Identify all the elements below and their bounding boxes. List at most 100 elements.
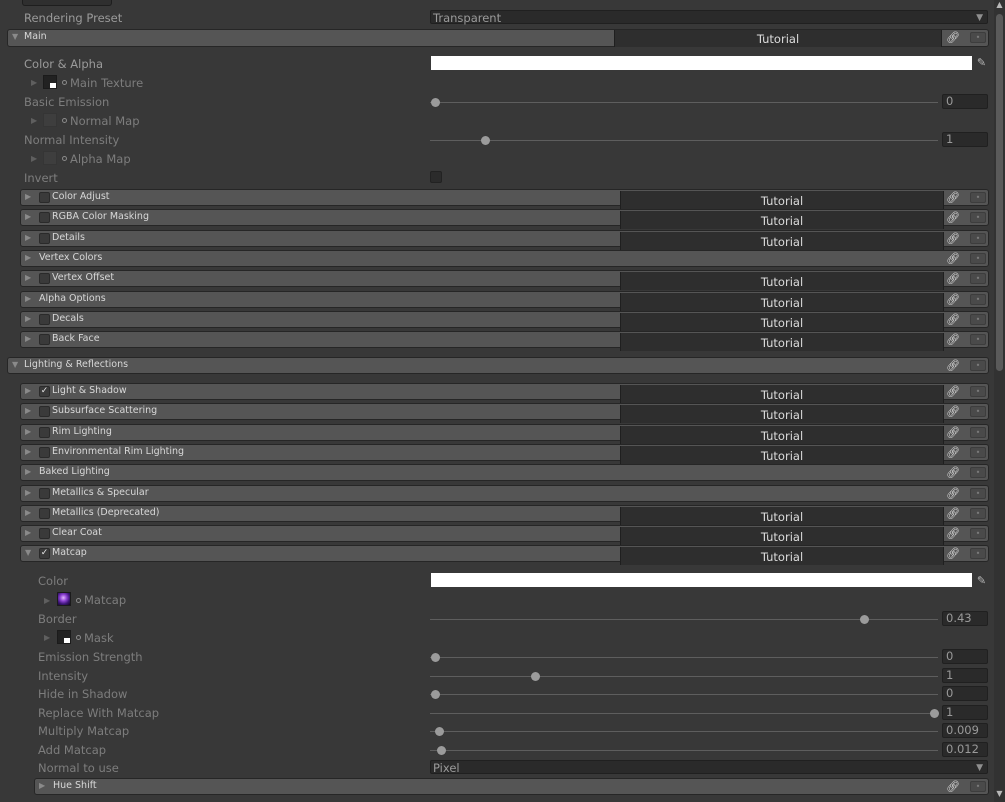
basic-emission-field[interactable]: 0 <box>942 94 988 109</box>
tutorial-button[interactable]: Tutorial <box>620 312 944 331</box>
link-icon[interactable]: 🔗︎ <box>944 293 962 306</box>
slider-knob[interactable] <box>431 690 440 699</box>
link-icon[interactable]: 🔗︎ <box>944 487 962 500</box>
section-header-vertex-colors[interactable]: ▶ Vertex Colors 🔗︎ • <box>20 249 989 267</box>
reset-icon[interactable]: • <box>970 334 986 346</box>
tutorial-button[interactable]: Tutorial <box>620 547 944 566</box>
section-enable-checkbox[interactable] <box>39 273 50 285</box>
section-header-details[interactable]: ▶ Details Tutorial 🔗︎ • <box>20 229 989 250</box>
slider-track[interactable] <box>430 694 938 695</box>
section-enable-checkbox[interactable]: ✓ <box>39 548 50 560</box>
reset-icon[interactable]: • <box>970 781 986 792</box>
section-header-matcap[interactable]: ▼ ✓ Matcap Tutorial 🔗︎ • <box>20 545 989 566</box>
reset-icon[interactable]: • <box>970 467 986 479</box>
tutorial-button[interactable]: Tutorial <box>620 405 944 424</box>
reset-icon[interactable]: • <box>970 548 986 560</box>
link-icon[interactable]: 🔗︎ <box>944 405 962 418</box>
toolbar-tab[interactable] <box>22 0 112 6</box>
lighting-section-header[interactable]: ▼ Lighting & Reflections 🔗︎ • <box>7 357 989 374</box>
section-enable-checkbox[interactable] <box>39 487 50 499</box>
main-section-header[interactable]: ▼ Main Tutorial 🔗︎ • <box>7 29 989 47</box>
matcap-color-swatch[interactable] <box>431 573 972 587</box>
link-icon[interactable]: 🔗︎ <box>944 547 962 560</box>
reset-icon[interactable]: • <box>970 32 986 43</box>
scrollbar-thumb[interactable] <box>996 14 1003 371</box>
section-header-light-shadow[interactable]: ▶ ✓ Light & Shadow Tutorial 🔗︎ • <box>20 383 989 403</box>
matcap-texture-slot[interactable] <box>57 592 71 606</box>
slider-track[interactable] <box>430 750 938 751</box>
normal-intensity-field[interactable]: 1 <box>942 132 988 147</box>
normal-intensity-slider-knob[interactable] <box>480 136 490 145</box>
foldout-arrow-icon[interactable]: ▶ <box>44 596 50 605</box>
basic-emission-slider-knob[interactable] <box>431 98 440 107</box>
main-tutorial-button[interactable]: Tutorial <box>614 30 942 47</box>
section-header-color-adjust[interactable]: ▶ Color Adjust Tutorial 🔗︎ • <box>20 189 989 209</box>
eyedropper-icon[interactable]: ✎ <box>975 56 988 69</box>
normal-to-use-dropdown[interactable]: Pixel ▼ <box>430 760 988 775</box>
section-header-environmental-rim-lighting[interactable]: ▶ Environmental Rim Lighting Tutorial 🔗︎ • <box>20 443 989 464</box>
foldout-arrow-icon[interactable]: ▶ <box>31 154 37 163</box>
foldout-arrow-icon[interactable]: ▶ <box>31 116 37 125</box>
tutorial-button[interactable]: Tutorial <box>620 527 944 546</box>
reset-icon[interactable]: • <box>970 232 986 244</box>
reset-icon[interactable]: • <box>970 528 986 540</box>
texture-picker-icon[interactable] <box>62 156 67 161</box>
tutorial-button[interactable]: Tutorial <box>620 445 944 464</box>
tutorial-button[interactable]: Tutorial <box>620 231 944 250</box>
foldout-arrow-icon[interactable]: ▶ <box>31 78 37 87</box>
slider-track[interactable] <box>430 676 938 677</box>
vertical-scrollbar[interactable]: ▲ ▼ <box>994 0 1005 802</box>
slider-track[interactable] <box>430 713 938 714</box>
hue-shift-section-header[interactable]: ▶ Hue Shift 🔗︎ • <box>34 778 989 795</box>
section-enable-checkbox[interactable] <box>39 334 50 346</box>
texture-picker-icon[interactable] <box>62 80 67 85</box>
slider-value-field[interactable]: 0 <box>942 686 988 701</box>
slider-knob[interactable] <box>431 653 440 662</box>
scroll-up-icon[interactable]: ▲ <box>996 0 1003 9</box>
link-icon[interactable]: 🔗︎ <box>944 333 962 346</box>
link-icon[interactable]: 🔗︎ <box>944 780 962 793</box>
section-enable-checkbox[interactable]: ✓ <box>39 386 50 397</box>
section-enable-checkbox[interactable] <box>39 446 50 458</box>
normal-map-slot[interactable] <box>43 113 57 127</box>
section-enable-checkbox[interactable] <box>39 507 50 519</box>
slider-knob[interactable] <box>530 672 540 681</box>
reset-icon[interactable]: • <box>970 406 986 418</box>
reset-icon[interactable]: • <box>970 273 986 285</box>
alpha-map-slot[interactable] <box>43 151 57 165</box>
link-icon[interactable]: 🔗︎ <box>944 31 962 44</box>
slider-knob[interactable] <box>435 727 445 736</box>
link-icon[interactable]: 🔗︎ <box>944 385 962 398</box>
link-icon[interactable]: 🔗︎ <box>944 272 962 285</box>
basic-emission-slider[interactable] <box>430 102 938 103</box>
texture-picker-icon[interactable] <box>76 635 81 640</box>
section-header-rgba-color-masking[interactable]: ▶ RGBA Color Masking Tutorial 🔗︎ • <box>20 209 989 230</box>
slider-value-field[interactable]: 0.012 <box>942 742 988 757</box>
section-header-subsurface-scattering[interactable]: ▶ Subsurface Scattering Tutorial 🔗︎ • <box>20 403 989 424</box>
link-icon[interactable]: 🔗︎ <box>944 446 962 459</box>
tutorial-button[interactable]: Tutorial <box>620 385 944 403</box>
section-header-decals[interactable]: ▶ Decals Tutorial 🔗︎ • <box>20 310 989 331</box>
section-header-baked-lighting[interactable]: ▶ Baked Lighting 🔗︎ • <box>20 464 989 482</box>
section-enable-checkbox[interactable] <box>39 232 50 244</box>
slider-knob[interactable] <box>860 615 870 624</box>
section-enable-checkbox[interactable] <box>39 313 50 325</box>
eyedropper-icon[interactable]: ✎ <box>975 574 988 587</box>
invert-checkbox[interactable] <box>430 171 442 183</box>
color-alpha-swatch[interactable] <box>431 56 972 70</box>
link-icon[interactable]: 🔗︎ <box>944 507 962 520</box>
section-enable-checkbox[interactable] <box>39 528 50 540</box>
texture-picker-icon[interactable] <box>62 118 67 123</box>
tutorial-button[interactable]: Tutorial <box>620 333 944 352</box>
section-enable-checkbox[interactable] <box>39 212 50 224</box>
reset-icon[interactable]: • <box>970 360 986 371</box>
reset-icon[interactable]: • <box>970 446 986 458</box>
section-enable-checkbox[interactable] <box>39 406 50 418</box>
reset-icon[interactable]: • <box>970 252 986 264</box>
slider-knob[interactable] <box>436 746 446 755</box>
slider-knob[interactable] <box>930 709 939 718</box>
tutorial-button[interactable]: Tutorial <box>620 506 944 525</box>
link-icon[interactable]: 🔗︎ <box>944 359 962 372</box>
texture-picker-icon[interactable] <box>76 598 81 603</box>
reset-icon[interactable]: • <box>970 293 986 305</box>
